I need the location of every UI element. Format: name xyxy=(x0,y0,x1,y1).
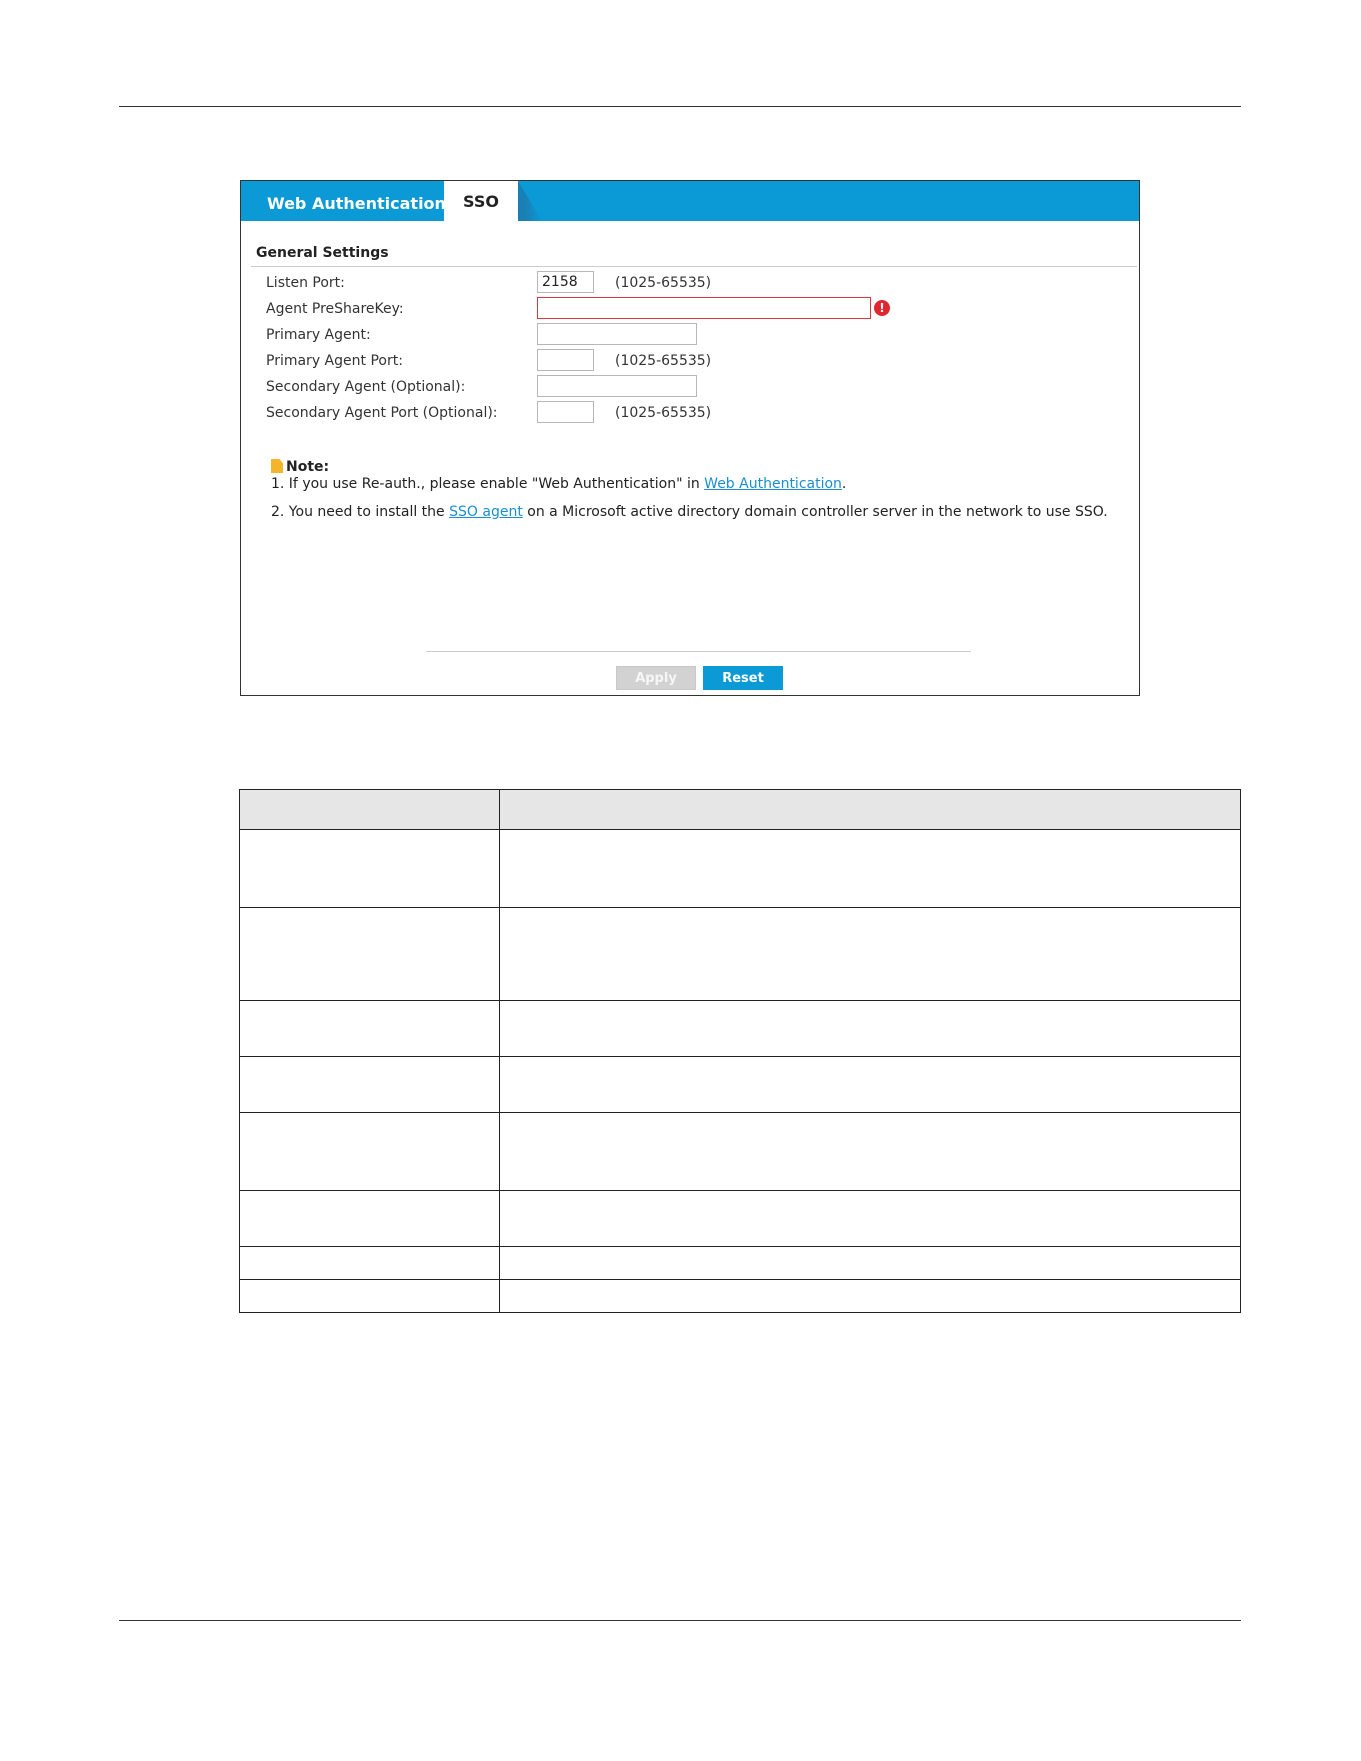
table-cell-description xyxy=(499,1246,1241,1280)
table-row xyxy=(239,907,1241,1001)
tab-web-authentication[interactable]: Web Authentication xyxy=(267,181,446,221)
listen-port-label: Listen Port: xyxy=(266,275,345,291)
note-line-1-text: 1. If you use Re-auth., please enable "W… xyxy=(271,476,705,492)
sso-settings-window: Web Authentication SSO General Settings … xyxy=(240,180,1140,696)
reset-button[interactable]: Reset xyxy=(703,666,783,690)
table-cell-label xyxy=(239,829,500,908)
table-row xyxy=(239,1246,1241,1280)
table-cell-description xyxy=(499,1000,1241,1057)
table-header-label xyxy=(239,789,500,830)
table-cell-description xyxy=(499,1190,1241,1247)
note-line-2-text: 2. You need to install the xyxy=(271,504,450,520)
table-cell-description xyxy=(499,829,1241,908)
tab-sso[interactable]: SSO xyxy=(444,181,518,221)
table-cell-description xyxy=(499,1056,1241,1113)
table-row xyxy=(239,829,1241,908)
sso-agent-link[interactable]: SSO agent xyxy=(449,504,523,520)
table-row xyxy=(239,1056,1241,1113)
secondary-agent-label: Secondary Agent (Optional): xyxy=(266,379,466,395)
section-divider xyxy=(251,266,1137,267)
footer-divider xyxy=(426,651,971,652)
error-icon: ! xyxy=(874,300,890,316)
agent-presharekey-input[interactable] xyxy=(537,297,871,319)
description-table xyxy=(239,789,1241,1313)
table-row xyxy=(239,1190,1241,1247)
table-cell-label xyxy=(239,907,500,1001)
primary-agent-label: Primary Agent: xyxy=(266,327,371,343)
table-cell-description xyxy=(499,907,1241,1001)
note-heading: Note: xyxy=(271,459,329,475)
secondary-agent-port-range: (1025-65535) xyxy=(615,405,712,421)
table-cell-label xyxy=(239,1000,500,1057)
tab-edge-decoration xyxy=(518,181,542,221)
table-cell-label xyxy=(239,1190,500,1247)
primary-agent-port-label: Primary Agent Port: xyxy=(266,353,403,369)
secondary-agent-port-input[interactable] xyxy=(537,401,594,423)
note-line-2-end: on a Microsoft active directory domain c… xyxy=(522,504,1108,520)
table-row xyxy=(239,1279,1241,1313)
web-authentication-link[interactable]: Web Authentication xyxy=(704,476,842,492)
primary-agent-port-range: (1025-65535) xyxy=(615,353,712,369)
table-row xyxy=(239,1000,1241,1057)
note-icon xyxy=(271,459,283,473)
primary-agent-port-input[interactable] xyxy=(537,349,594,371)
table-cell-label xyxy=(239,1246,500,1280)
footer-rule xyxy=(119,1620,1241,1621)
form-row-primary-agent: Primary Agent: xyxy=(241,322,1139,348)
table-cell-label xyxy=(239,1056,500,1113)
section-title: General Settings xyxy=(256,245,389,261)
form-row-listen-port: Listen Port: (1025-65535) xyxy=(241,270,1139,296)
table-row xyxy=(239,1112,1241,1191)
table-cell-description xyxy=(499,1112,1241,1191)
secondary-agent-input[interactable] xyxy=(537,375,697,397)
form-row-secondary-agent: Secondary Agent (Optional): xyxy=(241,374,1139,400)
note-heading-text: Note: xyxy=(286,459,330,475)
table-header-row xyxy=(239,789,1241,830)
agent-presharekey-label: Agent PreShareKey: xyxy=(266,301,404,317)
table-cell-label xyxy=(239,1279,500,1313)
form-row-primary-agent-port: Primary Agent Port: (1025-65535) xyxy=(241,348,1139,374)
listen-port-input[interactable] xyxy=(537,271,594,293)
form-row-agent-presharekey: Agent PreShareKey: ! xyxy=(241,296,1139,322)
note-line-2: 2. You need to install the SSO agent on … xyxy=(271,504,1108,520)
apply-button[interactable]: Apply xyxy=(616,666,696,690)
table-header-description xyxy=(499,789,1241,830)
form-row-secondary-agent-port: Secondary Agent Port (Optional): (1025-6… xyxy=(241,400,1139,426)
secondary-agent-port-label: Secondary Agent Port (Optional): xyxy=(266,405,498,421)
table-cell-description xyxy=(499,1279,1241,1313)
header-rule xyxy=(119,106,1241,107)
primary-agent-input[interactable] xyxy=(537,323,697,345)
note-line-1: 1. If you use Re-auth., please enable "W… xyxy=(271,476,846,492)
note-line-1-end: . xyxy=(841,476,847,492)
tab-bar: Web Authentication SSO xyxy=(241,181,1139,221)
listen-port-range: (1025-65535) xyxy=(615,275,712,291)
table-cell-label xyxy=(239,1112,500,1191)
